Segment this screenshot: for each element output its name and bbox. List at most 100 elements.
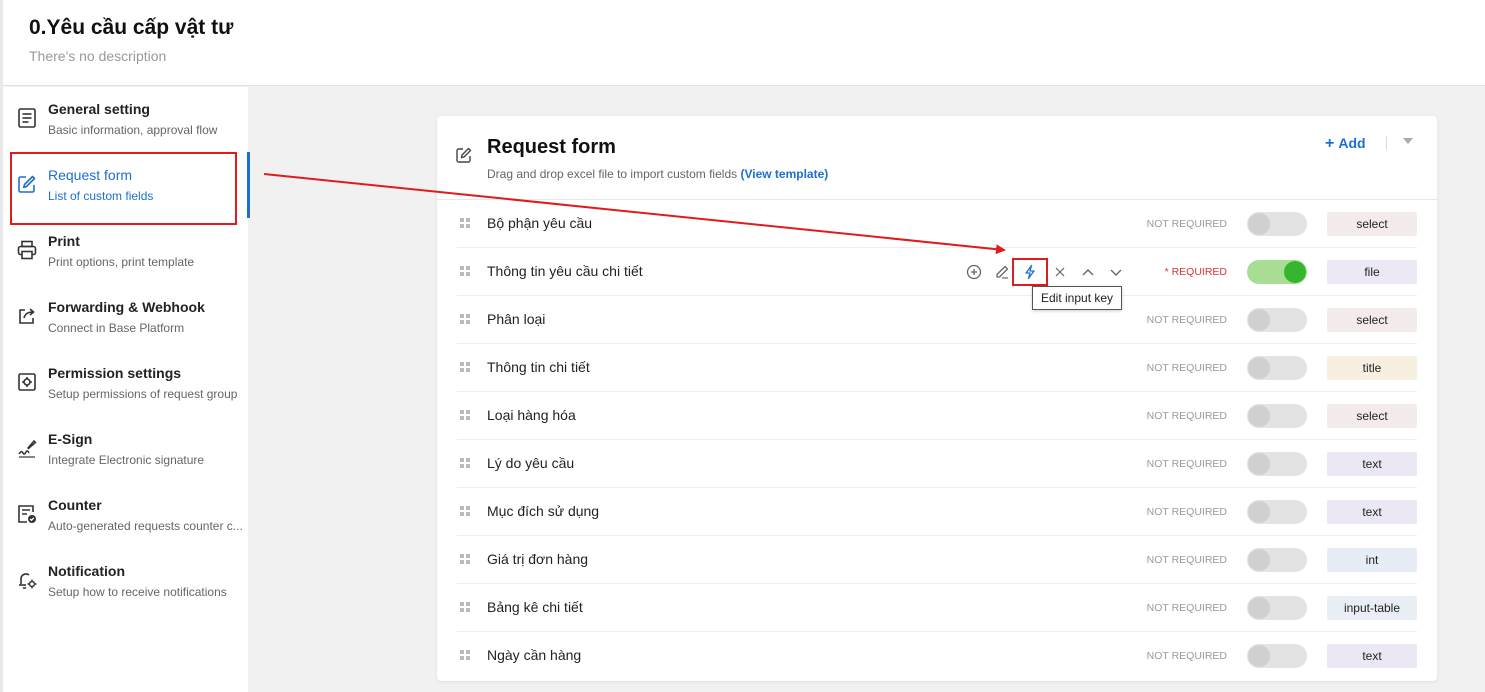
drag-handle-icon[interactable]	[460, 218, 472, 230]
field-list: Bộ phận yêu cầu NOT REQUIRED select Thông t…	[457, 200, 1417, 680]
required-status: NOT REQUIRED	[1146, 410, 1227, 422]
sidebar-item-subtitle: Integrate Electronic signature	[48, 453, 205, 467]
field-label: Thông tin chi tiết	[487, 359, 590, 375]
plus-icon: +	[1325, 135, 1335, 152]
required-toggle[interactable]	[1247, 548, 1307, 572]
field-label: Phân loại	[487, 311, 546, 327]
divider	[1386, 136, 1387, 150]
required-status: * REQUIRED	[1164, 266, 1227, 278]
page-title: 0.Yêu cầu cấp vật tư	[29, 16, 234, 39]
required-status: NOT REQUIRED	[1146, 362, 1227, 374]
add-label: Add	[1338, 135, 1366, 151]
field-label: Bộ phận yêu cầu	[487, 215, 593, 231]
required-toggle[interactable]	[1247, 644, 1307, 668]
field-type-tag: input-table	[1327, 596, 1417, 620]
required-toggle[interactable]	[1247, 212, 1307, 236]
required-toggle[interactable]	[1247, 356, 1307, 380]
counter-list-icon	[16, 503, 38, 525]
toggle-knob	[1248, 357, 1270, 379]
sidebar-item-print[interactable]: Print Print options, print template	[6, 219, 251, 285]
field-type-tag: select	[1327, 404, 1417, 428]
pencil-icon[interactable]	[990, 260, 1014, 284]
page-header: 0.Yêu cầu cấp vật tư There's no descript…	[0, 0, 1485, 86]
required-status: NOT REQUIRED	[1146, 506, 1227, 518]
field-type-tag: text	[1327, 500, 1417, 524]
sidebar-item-title: E-Sign	[48, 431, 93, 447]
drag-handle-icon[interactable]	[460, 410, 472, 422]
edit-square-icon	[455, 146, 473, 164]
sidebar-item-title: Permission settings	[48, 365, 182, 381]
required-toggle[interactable]	[1247, 500, 1307, 524]
share-out-icon	[16, 305, 38, 327]
sidebar-item-permission-settings[interactable]: Permission settings Setup permissions of…	[6, 351, 251, 417]
sidebar-item-subtitle: Auto-generated requests counter c...	[48, 519, 243, 533]
drag-handle-icon[interactable]	[460, 314, 472, 326]
drag-handle-icon[interactable]	[460, 458, 472, 470]
field-row: Mục đích sử dụng NOT REQUIRED text	[457, 488, 1417, 536]
field-label: Lý do yêu cầu	[487, 455, 575, 471]
active-indicator	[247, 152, 250, 218]
field-type-tag: text	[1327, 452, 1417, 476]
field-type-tag: title	[1327, 356, 1417, 380]
lightning-icon[interactable]	[1012, 258, 1048, 286]
sidebar-item-forwarding-webhook[interactable]: Forwarding & Webhook Connect in Base Pla…	[6, 285, 251, 351]
required-status: NOT REQUIRED	[1146, 650, 1227, 662]
sidebar-item-counter[interactable]: Counter Auto-generated requests counter …	[6, 483, 251, 549]
toggle-knob	[1284, 261, 1306, 283]
field-label: Bảng kê chi tiết	[487, 599, 583, 615]
field-row: Ngày cần hàng NOT REQUIRED text	[457, 632, 1417, 680]
add-field-button[interactable]: + Add	[1325, 135, 1366, 153]
chevron-down-icon[interactable]	[1104, 260, 1128, 284]
drag-handle-icon[interactable]	[460, 602, 472, 614]
required-toggle[interactable]	[1247, 452, 1307, 476]
toggle-knob	[1248, 405, 1270, 427]
sidebar-item-subtitle: Print options, print template	[48, 255, 195, 269]
field-label: Ngày cần hàng	[487, 647, 582, 663]
drag-handle-icon[interactable]	[460, 554, 472, 566]
card-header: Request form Drag and drop excel file to…	[437, 116, 1437, 200]
sidebar-item-title: Print	[48, 233, 80, 249]
required-status: NOT REQUIRED	[1146, 554, 1227, 566]
field-row: Lý do yêu cầu NOT REQUIRED text	[457, 440, 1417, 488]
required-status: NOT REQUIRED	[1146, 218, 1227, 230]
sidebar-item-subtitle: Connect in Base Platform	[48, 321, 185, 335]
required-toggle[interactable]	[1247, 596, 1307, 620]
drag-handle-icon[interactable]	[460, 650, 472, 662]
field-type-tag: file	[1327, 260, 1417, 284]
chevron-down-icon[interactable]	[1403, 138, 1413, 144]
sidebar-item-title: Notification	[48, 563, 125, 579]
field-label: Mục đích sử dụng	[487, 503, 600, 519]
close-icon[interactable]	[1048, 260, 1072, 284]
add-circle-icon[interactable]	[962, 260, 986, 284]
required-status: NOT REQUIRED	[1146, 314, 1227, 326]
toggle-knob	[1248, 213, 1270, 235]
required-toggle[interactable]	[1247, 260, 1307, 284]
toggle-knob	[1248, 501, 1270, 523]
drag-handle-icon[interactable]	[460, 506, 472, 518]
printer-icon	[16, 239, 38, 261]
sidebar-item-general-setting[interactable]: General setting Basic information, appro…	[6, 87, 251, 153]
document-list-icon	[16, 107, 38, 129]
field-row: Thông tin chi tiết NOT REQUIRED title	[457, 344, 1417, 392]
field-row: Thông tin yêu cầu chi tiết * REQUIRED file	[457, 248, 1417, 296]
sidebar-item-notification[interactable]: Notification Setup how to receive notifi…	[6, 549, 251, 615]
required-status: NOT REQUIRED	[1146, 602, 1227, 614]
field-row: Bộ phận yêu cầu NOT REQUIRED select	[457, 200, 1417, 248]
field-row: Phân loại NOT REQUIRED select	[457, 296, 1417, 344]
required-status: NOT REQUIRED	[1146, 458, 1227, 470]
bell-gear-icon	[16, 569, 38, 591]
drag-handle-icon[interactable]	[460, 362, 472, 374]
toggle-knob	[1248, 549, 1270, 571]
field-row: Bảng kê chi tiết NOT REQUIRED input-table	[457, 584, 1417, 632]
request-form-card: Request form Drag and drop excel file to…	[437, 116, 1437, 681]
view-template-link[interactable]: (View template)	[740, 167, 828, 181]
field-label: Loại hàng hóa	[487, 407, 576, 423]
drag-handle-icon[interactable]	[460, 266, 472, 278]
field-row: Loại hàng hóa NOT REQUIRED select	[457, 392, 1417, 440]
field-label: Giá trị đơn hàng	[487, 551, 589, 567]
sidebar-item-subtitle: Setup how to receive notifications	[48, 585, 227, 599]
chevron-up-icon[interactable]	[1076, 260, 1100, 284]
required-toggle[interactable]	[1247, 308, 1307, 332]
sidebar-item-e-sign[interactable]: E-Sign Integrate Electronic signature	[6, 417, 251, 483]
required-toggle[interactable]	[1247, 404, 1307, 428]
